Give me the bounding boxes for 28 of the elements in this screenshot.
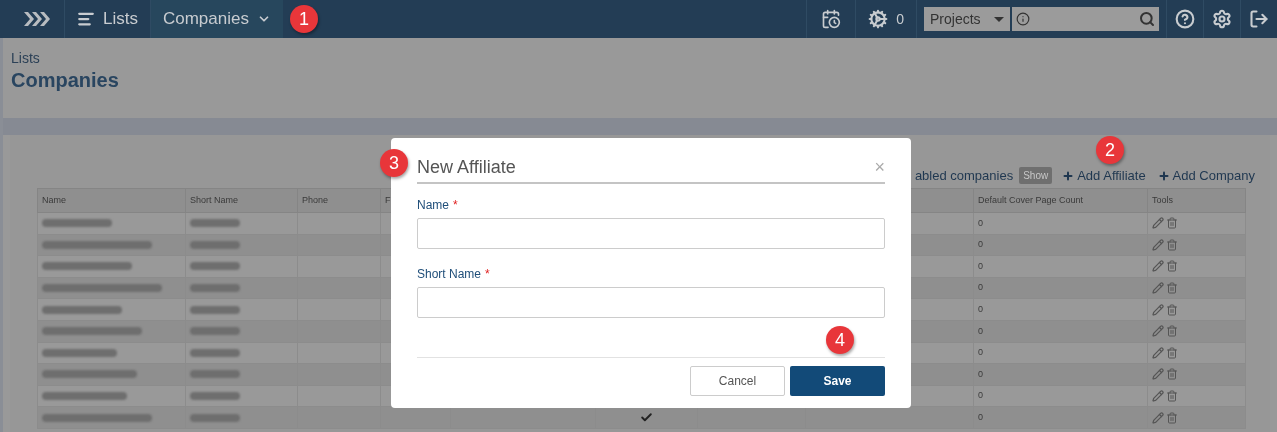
- save-button[interactable]: Save: [790, 366, 885, 396]
- table-cell: 0: [973, 298, 1148, 321]
- table-cell: 0: [973, 255, 1148, 278]
- field-label: Short Name *: [417, 266, 491, 283]
- table-cell: 0: [973, 234, 1148, 256]
- add-link[interactable]: Add Company: [1157, 165, 1255, 186]
- cancel-button[interactable]: Cancel: [690, 366, 785, 396]
- page-parent-title: Lists: [11, 50, 41, 66]
- breadcrumb-item[interactable]: Companies: [149, 0, 283, 38]
- table-cell: 0: [973, 342, 1148, 364]
- add-link[interactable]: Add Affiliate: [1062, 165, 1146, 186]
- table-cell: 0: [973, 406, 1148, 429]
- column-header: Tools: [1147, 188, 1246, 213]
- table-cell: 0: [973, 212, 1148, 235]
- page-title: Companies: [11, 68, 120, 93]
- dialog-title: New Affiliate: [417, 155, 516, 179]
- table-cell: 0: [973, 277, 1148, 299]
- project-select[interactable]: Projects: [924, 7, 1010, 31]
- jobs-button[interactable]: 0: [855, 0, 916, 38]
- show-button[interactable]: Show: [1019, 167, 1053, 184]
- column-header: Short Name: [185, 188, 298, 213]
- column-header: Phone: [297, 188, 381, 213]
- table-cell: 0: [973, 320, 1148, 343]
- column-header: Name: [37, 188, 186, 213]
- table-cell: 0: [973, 385, 1148, 407]
- column-header: Default Cover Page Count: [973, 188, 1148, 213]
- filter-text: abled companies: [914, 166, 1014, 185]
- table-cell: 0: [973, 363, 1148, 386]
